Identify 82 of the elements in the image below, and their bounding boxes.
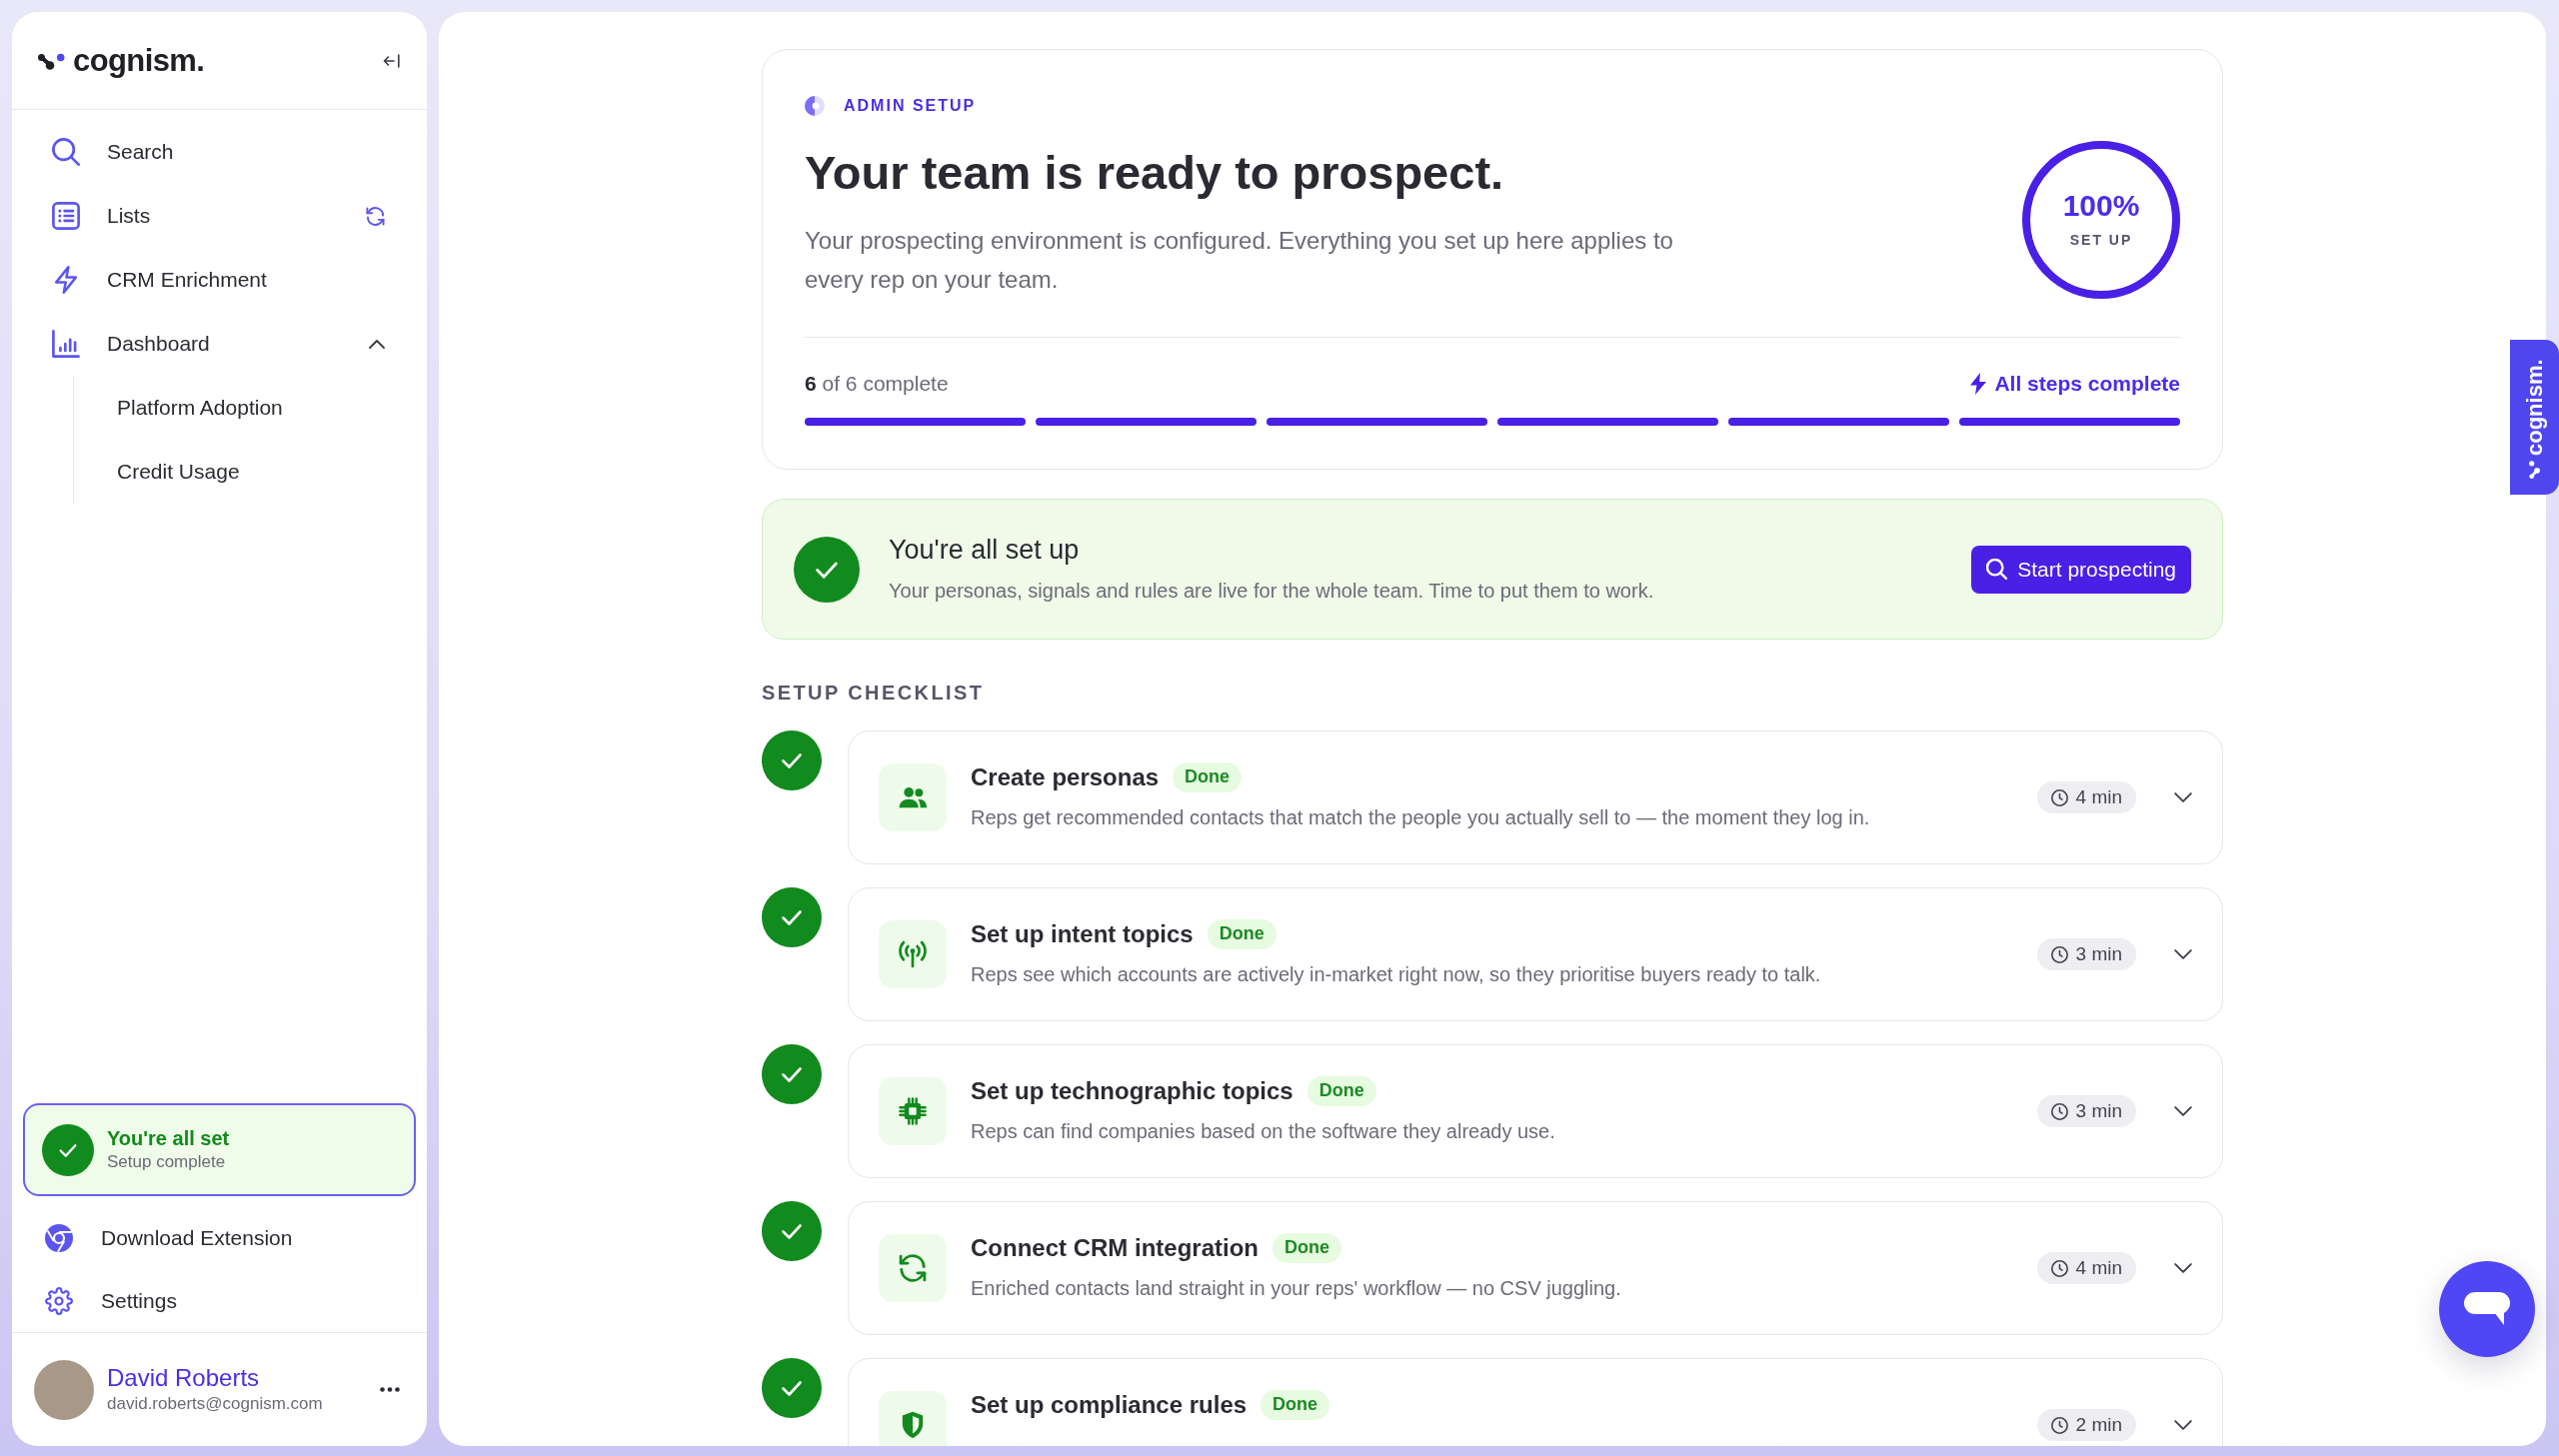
user-email: david.roberts@cognism.com bbox=[107, 1392, 323, 1415]
user-name: David Roberts bbox=[107, 1364, 261, 1393]
sync-icon bbox=[366, 206, 385, 226]
step-title: Set up compliance rules bbox=[971, 1390, 1248, 1420]
logo-wordmark: cognism. bbox=[73, 45, 205, 76]
chevron-down-icon[interactable] bbox=[2174, 1263, 2192, 1273]
eyebrow-label: ADMIN SETUP bbox=[844, 96, 977, 116]
search-icon bbox=[52, 138, 80, 166]
status-tag: Done bbox=[1173, 762, 1243, 792]
section-heading: SETUP CHECKLIST bbox=[762, 681, 986, 706]
progress-count: 6 of 6 complete bbox=[805, 371, 949, 398]
nav-link[interactable]: Dashboard bbox=[12, 312, 427, 376]
sync-icon bbox=[879, 1234, 947, 1302]
completion-status: All steps complete bbox=[1994, 371, 2180, 398]
chevron-down-icon[interactable] bbox=[2174, 1106, 2192, 1116]
setup-status-card[interactable]: You're all set Setup complete bbox=[23, 1103, 416, 1196]
ring-caption: SET UP bbox=[2068, 231, 2134, 250]
nav-link[interactable]: Search bbox=[12, 120, 427, 184]
chevron-down-icon[interactable] bbox=[2174, 1420, 2192, 1430]
clock-icon bbox=[2050, 1416, 2068, 1434]
duration-label: 3 min bbox=[2075, 941, 2122, 966]
nav-sublink[interactable]: Credit Usage bbox=[74, 440, 427, 504]
nav-link[interactable]: Settings bbox=[12, 1269, 427, 1332]
circle-emblem-icon bbox=[45, 1223, 73, 1252]
checklist-card[interactable]: Set up technographic topics Done Reps can find companies based on the software they already use. 3 min bbox=[848, 1044, 2223, 1178]
search-icon bbox=[1986, 559, 2008, 580]
status-tag: Done bbox=[1306, 1076, 1376, 1106]
clock-icon bbox=[2050, 1102, 2068, 1120]
duration-label: 3 min bbox=[2075, 1098, 2122, 1123]
collapse-icon[interactable] bbox=[383, 53, 400, 68]
status-title: You're all set bbox=[107, 1125, 230, 1151]
status-tag: Done bbox=[1207, 919, 1277, 949]
step-title: Create personas bbox=[971, 762, 1160, 792]
banner-description: Your personas, signals and rules are live for the whole team. Time to put them to work. bbox=[889, 579, 1655, 604]
clock-icon bbox=[2050, 1259, 2068, 1277]
checklist-card[interactable]: Create personas Done Reps get recommended contacts that match the people you actually sell to — the moment they log in. 4 min bbox=[848, 730, 2223, 864]
status-tag: Done bbox=[1261, 1390, 1330, 1420]
list-icon bbox=[52, 202, 80, 230]
more-icon[interactable] bbox=[380, 1387, 400, 1392]
check-icon bbox=[42, 1123, 94, 1176]
banner-title: You're all set up bbox=[889, 534, 1081, 567]
step-title: Set up technographic topics bbox=[971, 1076, 1293, 1106]
nav-link[interactable]: Download Extension bbox=[12, 1206, 427, 1269]
start-prospecting-button[interactable]: Start prospecting bbox=[1971, 545, 2191, 594]
page-description: Your prospecting environment is configured. Everything you set up here applies to every rep on your team. bbox=[805, 226, 1674, 295]
chat-bubble-icon bbox=[2464, 1292, 2510, 1326]
people-icon bbox=[879, 763, 947, 831]
step-description: Reps get recommended contacts that match the people you actually sell to — the moment they log in. bbox=[971, 805, 1871, 830]
checklist-card[interactable]: Connect CRM integration Done Enriched contacts land straight in your reps' workflow — no CSV juggling. 4 min bbox=[848, 1201, 2223, 1335]
gear-icon bbox=[45, 1286, 73, 1315]
shield-icon bbox=[879, 1391, 947, 1446]
checklist-card[interactable]: Set up compliance rules Done 2 min bbox=[848, 1358, 2223, 1446]
step-description: Reps see which accounts are actively in-market right now, so they prioritise buyers ready to talk. bbox=[971, 962, 1822, 987]
chevron-down-icon[interactable] bbox=[2174, 949, 2192, 959]
clock-icon bbox=[2050, 945, 2068, 963]
chip-icon bbox=[879, 1077, 947, 1145]
step-description: Enriched contacts land straight in your reps' workflow — no CSV juggling. bbox=[971, 1276, 1622, 1301]
duration-label: 2 min bbox=[2075, 1412, 2122, 1437]
logo-mark-icon bbox=[2528, 460, 2541, 479]
status-tag: Done bbox=[1273, 1233, 1341, 1263]
status-subtitle: Setup complete bbox=[107, 1150, 227, 1173]
bar-chart-icon bbox=[52, 330, 80, 358]
step-title: Connect CRM integration bbox=[971, 1233, 1259, 1263]
chevron-down-icon[interactable] bbox=[2174, 792, 2192, 802]
nav-link[interactable]: Lists bbox=[12, 184, 427, 248]
clock-icon bbox=[2050, 788, 2068, 806]
nav-sublink[interactable]: Platform Adoption bbox=[74, 376, 427, 440]
antenna-icon bbox=[879, 920, 947, 988]
logo-mark-icon bbox=[38, 51, 65, 70]
lightning-icon bbox=[52, 266, 80, 294]
ring-percentage: 100% bbox=[2062, 189, 2140, 222]
half-circle-icon bbox=[805, 96, 825, 116]
nav-link[interactable]: CRM Enrichment bbox=[12, 248, 427, 312]
check-icon bbox=[794, 536, 860, 603]
page-title: Your team is ready to prospect. bbox=[805, 145, 1505, 201]
step-description: Reps can find companies based on the software they already use. bbox=[971, 1119, 1556, 1144]
duration-label: 4 min bbox=[2075, 784, 2122, 809]
checklist-card[interactable]: Set up intent topics Done Reps see which accounts are actively in-market right now, so they prioritise buyers ready to talk. 3 min bbox=[848, 887, 2223, 1021]
step-title: Set up intent topics bbox=[971, 919, 1194, 949]
lightning-icon bbox=[1970, 373, 1987, 395]
side-tab[interactable]: cognism. bbox=[2510, 340, 2559, 495]
duration-label: 4 min bbox=[2075, 1255, 2122, 1280]
